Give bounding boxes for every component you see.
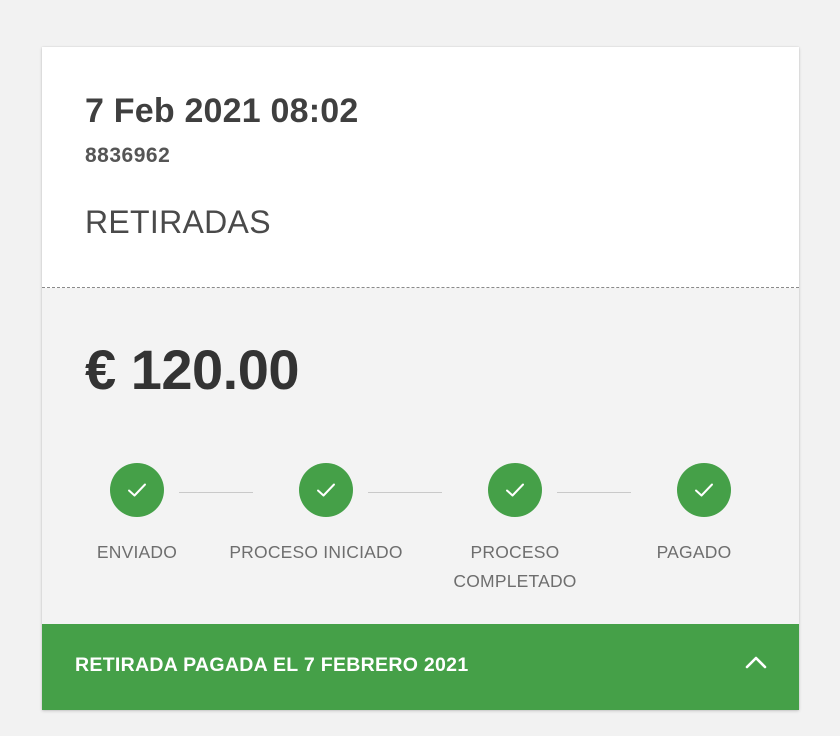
payment-status-toggle[interactable]: RETIRADA PAGADA EL 7 FEBRERO 2021 (42, 624, 799, 710)
check-icon (317, 483, 335, 497)
step-proceso-iniciado-indicator (299, 463, 353, 517)
step-label-proceso-completado: PROCESO COMPLETADO (453, 542, 577, 591)
transaction-card: 7 Feb 2021 08:02 8836962 RETIRADAS € 120… (42, 47, 799, 710)
transaction-datetime: 7 Feb 2021 08:02 (85, 92, 359, 130)
check-icon (128, 483, 146, 497)
transaction-type: RETIRADAS (85, 204, 271, 240)
step-connector (557, 492, 631, 493)
transaction-amount: € 120.00 (85, 338, 299, 401)
progress-steps: ENVIADO PROCESO INICIADO PROCESO COMPLET… (42, 463, 799, 603)
step-label-pagado: PAGADO (656, 542, 732, 562)
transaction-header: 7 Feb 2021 08:02 8836962 RETIRADAS (42, 47, 799, 288)
step-connector (368, 492, 442, 493)
transaction-reference: 8836962 (85, 144, 171, 167)
check-icon (506, 483, 524, 497)
step-connector (179, 492, 253, 493)
payment-status-text: RETIRADA PAGADA EL 7 FEBRERO 2021 (75, 654, 469, 676)
step-pagado-indicator (677, 463, 731, 517)
step-enviado-indicator (110, 463, 164, 517)
check-icon (695, 483, 713, 497)
step-proceso-completado-indicator (488, 463, 542, 517)
chevron-up-icon[interactable] (745, 655, 767, 669)
step-label-proceso-iniciado: PROCESO INICIADO (229, 542, 403, 562)
step-label-enviado: ENVIADO (96, 542, 178, 562)
